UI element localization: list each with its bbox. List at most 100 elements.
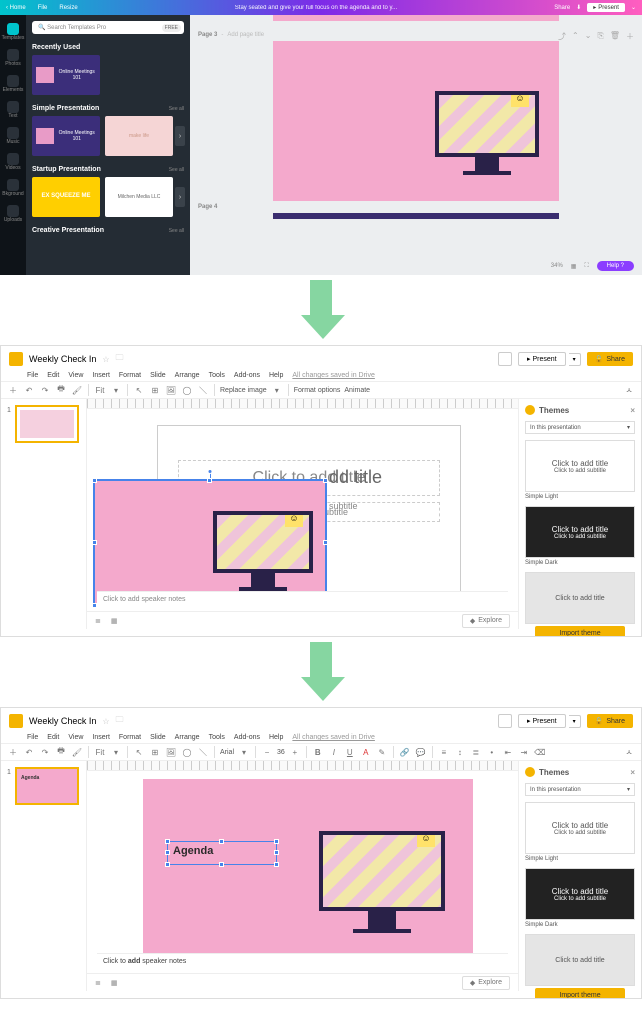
print-icon[interactable]: 🖶 xyxy=(55,384,67,396)
rail-background[interactable]: Bkground xyxy=(2,179,23,197)
menu-insert[interactable]: Insert xyxy=(92,734,110,741)
size-plus[interactable]: + xyxy=(289,746,301,758)
grid-view-icon[interactable]: ▦ xyxy=(571,263,577,270)
resize-handle[interactable] xyxy=(274,839,279,844)
font-size[interactable]: 36 xyxy=(277,749,285,756)
home-link[interactable]: ‹ Home xyxy=(6,5,26,11)
comments-icon[interactable] xyxy=(498,352,512,366)
new-slide-icon[interactable]: ＋ xyxy=(7,384,19,396)
doc-title[interactable]: Weekly Check In xyxy=(29,716,96,726)
add-page-icon[interactable]: ＋ xyxy=(626,31,634,42)
share-button[interactable]: 🔒 Share xyxy=(587,352,633,366)
rail-text[interactable]: Text xyxy=(7,101,19,119)
present-button[interactable]: ▸ Present xyxy=(518,714,566,728)
save-status[interactable]: All changes saved in Drive xyxy=(292,734,375,741)
underline-icon[interactable]: U xyxy=(344,746,356,758)
italic-icon[interactable]: I xyxy=(328,746,340,758)
redo-icon[interactable]: ↷ xyxy=(39,746,51,758)
slide-thumb-1[interactable]: 1 Agenda xyxy=(15,767,79,805)
rotate-handle[interactable] xyxy=(208,469,213,474)
collapse-icon[interactable]: ⌃ xyxy=(572,31,579,42)
resize-handle[interactable] xyxy=(165,862,170,867)
theme-other[interactable]: Click to add title xyxy=(525,572,635,624)
rail-templates[interactable]: Templates xyxy=(2,23,25,41)
replace-image[interactable]: Replace image xyxy=(220,387,267,394)
pasted-image-selected[interactable]: ☺ xyxy=(93,479,327,607)
menu-help[interactable]: Help xyxy=(269,734,283,741)
download-icon[interactable]: ⬇ xyxy=(576,4,581,11)
rail-videos[interactable]: Videos xyxy=(5,153,20,171)
theme-simple-light[interactable]: Click to add titleClick to add subtitle xyxy=(525,802,635,854)
fullscreen-icon[interactable]: ⛶ xyxy=(584,263,588,270)
paint-icon[interactable]: 🖌 xyxy=(71,746,83,758)
share-button[interactable]: Share xyxy=(554,5,570,11)
menu-slide[interactable]: Slide xyxy=(150,734,166,741)
doc-title[interactable]: Weekly Check In xyxy=(29,354,96,364)
menu-tools[interactable]: Tools xyxy=(209,372,225,379)
menu-arrange[interactable]: Arrange xyxy=(175,734,200,741)
duplicate-icon[interactable]: ⎘ xyxy=(597,31,603,42)
present-caret[interactable]: ⌄ xyxy=(631,4,636,11)
resize-handle[interactable] xyxy=(274,850,279,855)
expand-icon[interactable]: ⌄ xyxy=(585,31,592,42)
image-icon[interactable]: 🖼 xyxy=(165,746,177,758)
resize-handle[interactable] xyxy=(165,850,170,855)
resize-handle[interactable] xyxy=(219,862,224,867)
shape-icon[interactable]: ◯ xyxy=(181,384,193,396)
resize-handle[interactable] xyxy=(323,478,328,483)
star-icon[interactable]: ☆ xyxy=(102,717,109,726)
view-list-icon[interactable]: ≣ xyxy=(95,979,101,987)
slides-logo-icon[interactable] xyxy=(9,714,23,728)
view-grid-icon[interactable]: ▦ xyxy=(111,617,118,625)
view-grid-icon[interactable]: ▦ xyxy=(111,979,118,987)
print-icon[interactable]: 🖶 xyxy=(55,746,67,758)
slide-background-image[interactable]: ☺ Agenda xyxy=(143,779,473,965)
bullist-icon[interactable]: • xyxy=(486,746,498,758)
scroll-right[interactable]: › xyxy=(175,187,185,207)
share-button[interactable]: 🔒 Share xyxy=(587,714,633,728)
resize-handle[interactable] xyxy=(207,478,212,483)
save-status[interactable]: All changes saved in Drive xyxy=(292,372,375,379)
view-list-icon[interactable]: ≣ xyxy=(95,617,101,625)
zoom-select[interactable]: Fit xyxy=(94,746,106,758)
menu-addons[interactable]: Add-ons xyxy=(234,734,260,741)
explore-button[interactable]: ◆ Explore xyxy=(462,976,510,990)
menu-help[interactable]: Help xyxy=(269,372,283,379)
highlight-icon[interactable]: ✎ xyxy=(376,746,388,758)
theme-simple-light[interactable]: Click to add titleClick to add subtitle xyxy=(525,440,635,492)
image-icon[interactable]: 🖼 xyxy=(165,384,177,396)
shape-icon[interactable]: ◯ xyxy=(181,746,193,758)
zoom-display[interactable]: 34% xyxy=(551,263,563,269)
canva-slide[interactable]: ☺ xyxy=(273,41,559,201)
menu-file[interactable]: File xyxy=(27,372,38,379)
menu-file[interactable]: File xyxy=(27,734,38,741)
move-up-icon[interactable]: ⤴ xyxy=(558,31,566,42)
menu-arrange[interactable]: Arrange xyxy=(175,372,200,379)
star-icon[interactable]: ☆ xyxy=(102,355,109,364)
rail-elements[interactable]: Elements xyxy=(3,75,24,93)
resize-handle[interactable] xyxy=(219,839,224,844)
animate[interactable]: Animate xyxy=(344,387,370,394)
select-icon[interactable]: ↖ xyxy=(133,384,145,396)
menu-view[interactable]: View xyxy=(68,734,83,741)
theme-other[interactable]: Click to add title xyxy=(525,934,635,986)
close-icon[interactable]: × xyxy=(630,406,635,415)
import-theme-button[interactable]: Import theme xyxy=(535,626,625,637)
present-caret[interactable]: ▾ xyxy=(569,353,581,366)
outdent-icon[interactable]: ⇤ xyxy=(502,746,514,758)
font-select[interactable]: Arial xyxy=(220,749,234,756)
template-thumb[interactable]: Milchen Media LLC xyxy=(105,177,173,217)
menu-tools[interactable]: Tools xyxy=(209,734,225,741)
zoom-select[interactable]: Fit xyxy=(94,384,106,396)
help-button[interactable]: Help ? xyxy=(597,261,634,271)
paint-icon[interactable]: 🖌 xyxy=(71,384,83,396)
present-caret[interactable]: ▾ xyxy=(569,715,581,728)
agenda-textbox-selected[interactable]: Agenda xyxy=(167,841,277,865)
new-slide-icon[interactable]: ＋ xyxy=(7,746,19,758)
folder-icon[interactable]: 🗀 xyxy=(116,714,124,728)
present-button[interactable]: ▸ Present xyxy=(518,352,566,366)
scroll-right[interactable]: › xyxy=(175,126,185,146)
resize-handle[interactable] xyxy=(323,540,328,545)
see-all-link[interactable]: See all xyxy=(169,106,184,112)
undo-icon[interactable]: ↶ xyxy=(23,746,35,758)
